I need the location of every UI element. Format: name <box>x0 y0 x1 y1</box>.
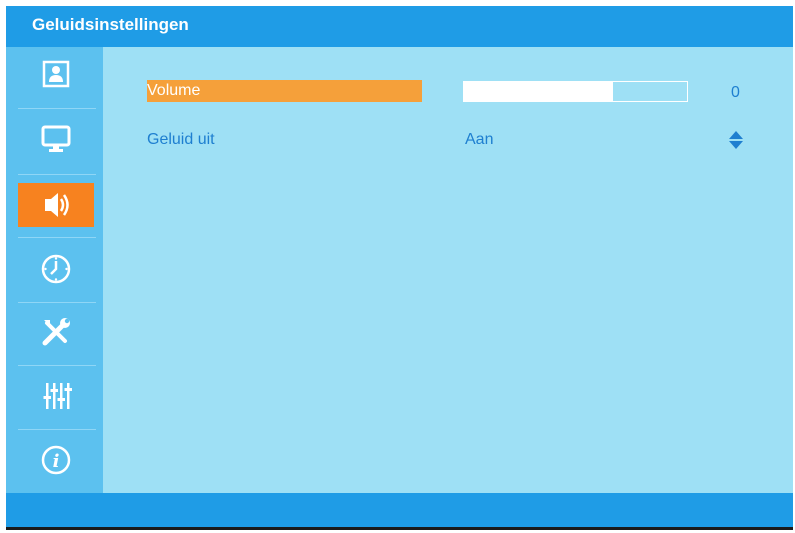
up-down-arrows-icon[interactable] <box>727 129 745 151</box>
sidebar-item-setup[interactable] <box>18 310 94 354</box>
volume-slider[interactable] <box>463 81 688 102</box>
sidebar-item-picture[interactable] <box>18 52 94 96</box>
page-title: Geluidsinstellingen <box>32 15 189 34</box>
equalizer-sliders-icon <box>43 383 72 409</box>
svg-text:i: i <box>53 451 60 472</box>
person-picture-icon <box>42 60 70 88</box>
sidebar-item-info[interactable]: i <box>18 438 94 482</box>
mute-label: Geluid uit <box>147 131 215 148</box>
volume-slider-fill <box>464 82 614 101</box>
mute-value: Aan <box>465 131 494 148</box>
tools-icon <box>42 318 70 346</box>
monitor-icon <box>41 125 71 152</box>
sidebar-divider <box>18 429 96 430</box>
volume-label[interactable]: Volume <box>147 80 422 102</box>
sidebar: i <box>6 47 103 493</box>
clock-icon <box>41 254 71 284</box>
osd-window: Geluidsinstellingen i Volume 0 Geluid ui… <box>6 6 793 530</box>
sidebar-item-timer[interactable] <box>18 247 94 291</box>
sidebar-divider <box>18 365 96 366</box>
sidebar-item-display[interactable] <box>18 117 94 161</box>
settings-panel: Volume 0 Geluid uit Aan <box>103 47 793 493</box>
sidebar-divider <box>18 237 96 238</box>
footer-bar <box>6 493 793 527</box>
volume-value: 0 <box>731 84 740 101</box>
header-bar: Geluidsinstellingen <box>6 6 793 47</box>
speaker-icon <box>45 193 69 217</box>
sidebar-item-advanced[interactable] <box>18 374 94 418</box>
sidebar-divider <box>18 108 96 109</box>
info-icon: i <box>41 445 71 475</box>
sidebar-divider <box>18 302 96 303</box>
sidebar-divider <box>18 174 96 175</box>
sidebar-item-audio[interactable] <box>18 183 94 227</box>
